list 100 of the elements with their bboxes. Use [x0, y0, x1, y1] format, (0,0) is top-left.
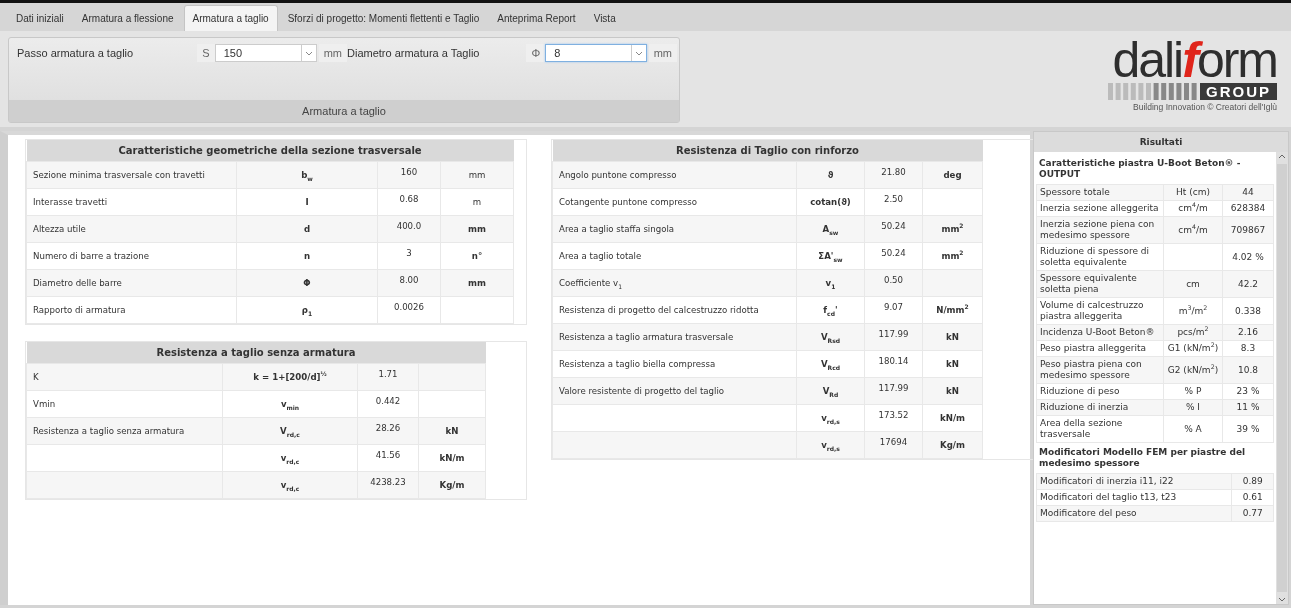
unit-label: mm	[648, 44, 677, 62]
unit-cell: kN/m	[418, 444, 486, 472]
row-label: Inerzia sezione alleggerita	[1036, 200, 1164, 217]
symbol-cell: v$_{rd,c}$	[222, 444, 358, 472]
tab[interactable]: Sforzi di progetto: Momenti flettenti e Taglio	[279, 5, 488, 31]
unit-cell: n°	[440, 242, 514, 270]
row-label: Spessore equivalente soletta piena	[1036, 270, 1164, 298]
table-title: Caratteristiche geometriche della sezione trasversale	[26, 140, 514, 162]
field-prefix: S	[197, 44, 215, 62]
value-cell: 41.56	[357, 444, 419, 472]
row-label: Area a taglio totale	[552, 242, 797, 270]
unit-cell: Ht (cm)	[1163, 184, 1223, 201]
panel-title: Risultati	[1034, 132, 1288, 152]
symbol-cell: v$_{rd,s}$	[796, 404, 865, 432]
row-label: Numero di barre a trazione	[26, 242, 237, 270]
symbol-cell: V$_{Rsd}$	[796, 323, 865, 351]
row-label: Resistenza a taglio senza armatura	[26, 417, 223, 445]
unit-cell: G1 (kN/m$^{2}$)	[1163, 340, 1223, 357]
unit-cell: mm	[440, 269, 514, 297]
value-cell: 160	[377, 161, 441, 189]
unit-label: mm	[318, 44, 347, 62]
value-cell: 23 %	[1222, 383, 1274, 400]
symbol-cell: Φ	[236, 269, 378, 297]
value-cell: 0.442	[357, 390, 419, 418]
symbol-cell: V$_{Rd}$	[796, 377, 865, 405]
row-label: K	[26, 363, 223, 391]
row-label: Altezza utile	[26, 215, 237, 243]
row-label: Riduzione di peso	[1036, 383, 1164, 400]
value-cell: 0.61	[1231, 489, 1274, 506]
unit-cell: Kg/m	[418, 471, 486, 499]
value-cell: 0.68	[377, 188, 441, 216]
unit-cell: % P	[1163, 383, 1223, 400]
value-cell: 44	[1222, 184, 1274, 201]
field-label: Diametro armatura a Taglio	[347, 47, 481, 59]
symbol-cell: cotan(ϑ)	[796, 188, 865, 216]
symbol-cell: b$_{w}$	[236, 161, 378, 189]
value-cell: 173.52	[864, 404, 923, 432]
value-cell: 8.3	[1222, 340, 1274, 357]
value-cell: 628384	[1222, 200, 1274, 217]
row-label: Modificatori di inerzia i11, i22	[1036, 473, 1232, 490]
value-cell: 0.89	[1231, 473, 1274, 490]
section-heading: Caratteristiche piastra U-Boot Beton® - OUTPUT	[1038, 157, 1242, 181]
symbol-cell: d	[236, 215, 378, 243]
unit-cell: cm$^{4}$/m	[1163, 200, 1223, 217]
table-title: Resistenza a taglio senza armatura	[26, 342, 486, 364]
symbol-cell: v$_{1}$	[796, 269, 865, 297]
unit-cell: mm	[440, 161, 514, 189]
dropdown[interactable]: 8	[545, 44, 647, 62]
symbol-cell: f$_{cd}$'	[796, 296, 865, 324]
symbol-cell: n	[236, 242, 378, 270]
row-label: Angolo puntone compresso	[552, 161, 797, 189]
tab[interactable]: Armatura a flessione	[73, 5, 182, 31]
unit-cell: m	[440, 188, 514, 216]
symbol-cell: A$_{sw}$	[796, 215, 865, 243]
tab[interactable]: Dati iniziali	[8, 5, 72, 31]
value-cell: 50.24	[864, 242, 923, 270]
value-cell: 2.50	[864, 188, 923, 216]
value-cell: 9.07	[864, 296, 923, 324]
tab[interactable]: Anteprima Report	[489, 5, 584, 31]
tab[interactable]: Vista	[585, 5, 624, 31]
row-label: Area a taglio staffa singola	[552, 215, 797, 243]
symbol-cell: I	[236, 188, 378, 216]
row-label: Vmin	[26, 390, 223, 418]
symbol-cell: v$_{rd,s}$	[796, 431, 865, 459]
unit-cell: mm	[440, 215, 514, 243]
symbol-cell: ϑ	[796, 161, 865, 189]
value-cell: 4.02 %	[1222, 243, 1274, 271]
unit-cell: deg	[922, 161, 983, 189]
row-label: Spessore totale	[1036, 184, 1164, 201]
symbol-cell: ΣA'$_{sw}$	[796, 242, 865, 270]
field-label: Passo armatura a taglio	[17, 47, 135, 59]
symbol-cell: k = 1+[200/d]$^{½}$	[222, 363, 358, 391]
row-label: Rapporto di armatura	[26, 296, 237, 324]
unit-cell: mm$^{2}$	[922, 242, 983, 270]
row-label: Cotangente puntone compresso	[552, 188, 797, 216]
value-cell: 180.14	[864, 350, 923, 378]
symbol-cell: v$_{rd,c}$	[222, 471, 358, 499]
row-label: Inerzia sezione piena con medesimo spessore	[1036, 216, 1164, 244]
unit-cell: % A	[1163, 415, 1223, 443]
section-heading: Modificatori Modello FEM per piastre del medesimo spessore	[1038, 446, 1247, 470]
row-label: Area della sezione trasversale	[1036, 415, 1164, 443]
field-prefix: Φ	[526, 44, 546, 62]
dropdown[interactable]: 150	[214, 44, 317, 62]
row-label: Interasse travetti	[26, 188, 237, 216]
row-label: Resistenza di progetto del calcestruzzo ridotta	[552, 296, 797, 324]
symbol-cell: v$_{min}$	[222, 390, 358, 418]
logo: daliform GROUP Building Innovation © Creatori dell'Iglù	[1108, 37, 1283, 123]
unit-cell: kN/m	[922, 404, 983, 432]
row-label: Coefficiente v$_{1}$	[552, 269, 797, 297]
value-cell: 0.0026	[377, 296, 441, 324]
row-label: Resistenza a taglio armatura trasversale	[552, 323, 797, 351]
tab[interactable]: Armatura a taglio	[183, 5, 278, 31]
row-label: Peso piastra piena con medesimo spessore	[1036, 356, 1164, 384]
row-label: Peso piastra alleggerita	[1036, 340, 1164, 357]
unit-cell: N/mm$^{2}$	[922, 296, 983, 324]
row-label: Resistenza a taglio biella compressa	[552, 350, 797, 378]
panel-caption: Armatura a taglio	[9, 100, 679, 122]
row-label: Volume di calcestruzzo piastra alleggerita	[1036, 297, 1164, 325]
unit-cell: kN	[418, 417, 486, 445]
row-label: Riduzione di spessore di soletta equivalente	[1036, 243, 1164, 271]
